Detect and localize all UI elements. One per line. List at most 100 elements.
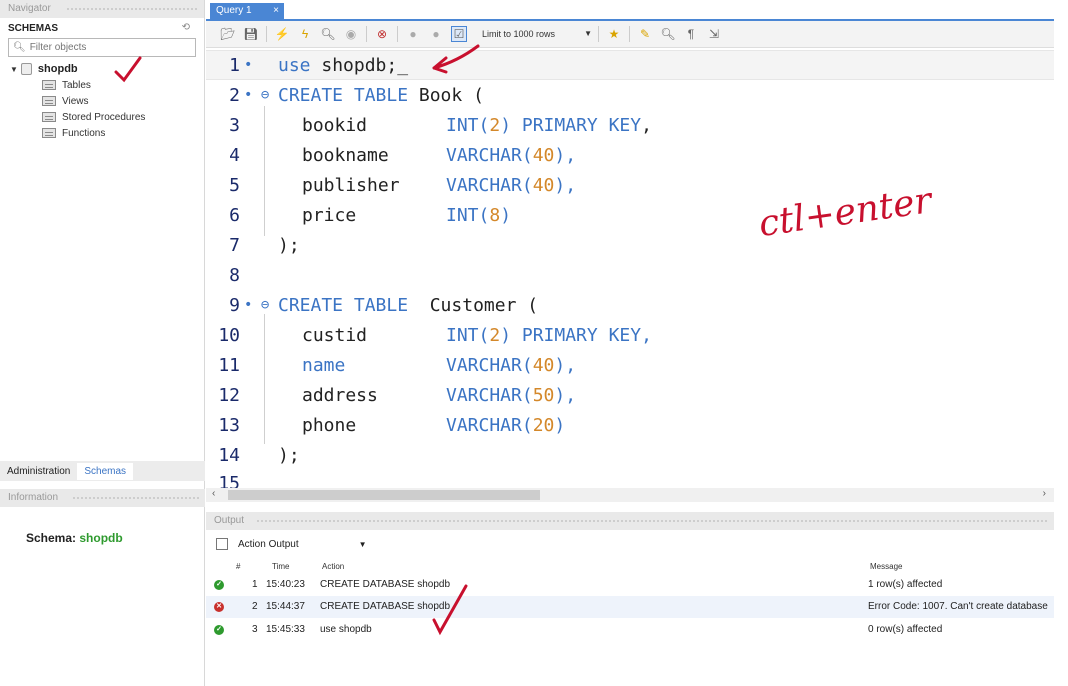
- row-num: 1: [252, 579, 258, 590]
- column-name: name: [302, 354, 346, 376]
- scroll-right-icon[interactable]: ›: [1043, 488, 1046, 499]
- right-edge: [1054, 0, 1068, 686]
- code-line[interactable]: 3 bookid INT(2) PRIMARY KEY,: [206, 110, 1054, 140]
- code-line[interactable]: 12 address VARCHAR(50),: [206, 380, 1054, 410]
- output-row[interactable]: ✓ 1 15:40:23 CREATE DATABASE shopdb 1 ro…: [206, 574, 1054, 596]
- sql-number: 8: [489, 204, 501, 226]
- refresh-icon[interactable]: ⟲: [182, 22, 190, 33]
- code-line[interactable]: 10 custid INT(2) PRIMARY KEY,: [206, 320, 1054, 350]
- rollback-icon[interactable]: ●: [428, 26, 444, 42]
- sql-type: VARCHAR(: [446, 144, 533, 166]
- database-icon: [20, 63, 32, 75]
- commit-icon[interactable]: ●: [405, 26, 421, 42]
- code-line[interactable]: 4 bookname VARCHAR(40),: [206, 140, 1054, 170]
- code-line[interactable]: 14);: [206, 440, 1054, 470]
- sql-number: 2: [489, 324, 501, 346]
- close-icon[interactable]: ×: [273, 5, 279, 16]
- wrap-lines-icon[interactable]: ⇲: [706, 26, 722, 42]
- invisible-chars-icon[interactable]: ¶: [683, 26, 699, 42]
- code-line[interactable]: 11 name VARCHAR(40),: [206, 350, 1054, 380]
- sql-type: VARCHAR(: [446, 384, 533, 406]
- tree-item-label: Views: [62, 95, 89, 107]
- tab-query-1[interactable]: Query 1 ×: [210, 3, 284, 20]
- view-folder-icon: [42, 96, 56, 106]
- schema-info: Schema: shopdb: [26, 531, 123, 545]
- sql-type: ),: [554, 354, 577, 376]
- add-snippet-icon[interactable]: ★: [606, 26, 622, 42]
- sql-editor[interactable]: 1 • use shopdb;_ 2 • ⊖ CREATE TABLE Book ( 3…: [206, 48, 1054, 488]
- tab-administration[interactable]: Administration: [0, 463, 77, 480]
- stop-icon[interactable]: ◉: [343, 26, 359, 42]
- sql-type: ): [554, 414, 566, 436]
- code-line[interactable]: 13 phone VARCHAR(20): [206, 410, 1054, 440]
- expand-arrow-icon[interactable]: ▼: [10, 65, 18, 74]
- line-number: 10: [218, 324, 240, 346]
- sql-type: INT(: [446, 204, 490, 226]
- search-icon: 🔍︎: [13, 42, 26, 53]
- output-selector[interactable]: Action Output ▼: [206, 533, 1054, 555]
- tree-item-tables[interactable]: Tables: [0, 77, 204, 93]
- toggle-errors-icon[interactable]: ⊗: [374, 26, 390, 42]
- sql-number: 50: [532, 384, 555, 406]
- execute-current-icon[interactable]: ϟ: [297, 26, 313, 42]
- tree-item-label: Tables: [62, 79, 91, 91]
- filter-input[interactable]: [29, 42, 180, 53]
- code-line[interactable]: 2 • ⊖ CREATE TABLE Book (: [206, 80, 1054, 110]
- open-file-icon[interactable]: 📂︎: [220, 26, 236, 42]
- editor-horizontal-scrollbar[interactable]: ‹ ›: [206, 488, 1054, 502]
- line-number: 14: [218, 444, 240, 466]
- tree-item-shopdb[interactable]: ▼ shopdb: [0, 61, 204, 77]
- output-row[interactable]: ✓ 3 15:45:33 use shopdb 0 row(s) affecte…: [206, 619, 1054, 641]
- line-number: 9: [229, 294, 240, 316]
- column-name: phone: [302, 414, 357, 436]
- scroll-thumb[interactable]: [228, 490, 540, 500]
- schemas-header: SCHEMAS ⟲: [0, 18, 204, 38]
- autocommit-icon[interactable]: ☑: [451, 26, 467, 42]
- navigator-tabs: Administration Schemas: [0, 461, 205, 481]
- chevron-down-icon[interactable]: ▼: [359, 540, 367, 549]
- row-message: 0 row(s) affected: [868, 624, 943, 635]
- tab-schemas[interactable]: Schemas: [77, 462, 134, 480]
- fold-marker-icon[interactable]: • ⊖: [240, 87, 278, 103]
- copy-icon[interactable]: [216, 538, 228, 550]
- sql-number: 20: [532, 414, 555, 436]
- execute-icon[interactable]: ⚡: [274, 26, 290, 42]
- col-time: Time: [272, 562, 290, 571]
- line-number: 2: [229, 84, 240, 106]
- sql-type: ),: [554, 144, 577, 166]
- sql-type: ),: [554, 384, 577, 406]
- output-table-header: # Time Action Message: [206, 560, 1054, 574]
- code-line[interactable]: 9 • ⊖ CREATE TABLE Customer (: [206, 290, 1054, 320]
- column-name: address: [302, 384, 378, 406]
- code-line[interactable]: 7);: [206, 230, 1054, 260]
- output-row[interactable]: ✕ 2 15:44:37 CREATE DATABASE shopdb Erro…: [206, 596, 1054, 618]
- explain-icon[interactable]: 🔍︎: [320, 26, 336, 42]
- save-icon[interactable]: 💾︎: [243, 26, 259, 42]
- success-icon: ✓: [214, 580, 224, 590]
- sql-toolbar: 📂︎ 💾︎ ⚡ ϟ 🔍︎ ◉ ⊗ ● ● ☑ Limit to 1000 row…: [206, 21, 1054, 48]
- find-icon[interactable]: 🔍︎: [660, 26, 676, 42]
- sql-type: ): [500, 204, 512, 226]
- beautify-icon[interactable]: ✎: [637, 26, 653, 42]
- schema-info-label: Schema:: [26, 531, 77, 545]
- scroll-left-icon[interactable]: ‹: [212, 488, 215, 499]
- sql-keyword: CREATE TABLE: [278, 294, 409, 316]
- code-line[interactable]: 15: [206, 468, 1054, 489]
- sql-number: 2: [489, 114, 501, 136]
- fold-marker-icon[interactable]: • ⊖: [240, 297, 278, 313]
- limit-rows-select[interactable]: Limit to 1000 rows ▼: [482, 29, 592, 39]
- code-line[interactable]: 8: [206, 260, 1054, 290]
- navigator-panel: Navigator SCHEMAS ⟲ 🔍︎ ▼ shopdb Tables V…: [0, 0, 205, 686]
- tree-item-procedures[interactable]: Stored Procedures: [0, 109, 204, 125]
- tree-item-views[interactable]: Views: [0, 93, 204, 109]
- tree-item-functions[interactable]: Functions: [0, 125, 204, 141]
- sql-keyword: PRIMARY KEY: [511, 114, 642, 136]
- col-num: #: [236, 562, 241, 571]
- sql-type: ): [500, 114, 512, 136]
- code-line[interactable]: 1 • use shopdb;_: [206, 50, 1054, 80]
- sql-type: VARCHAR(: [446, 414, 533, 436]
- sql-number: 40: [532, 174, 555, 196]
- filter-box[interactable]: 🔍︎: [8, 38, 196, 57]
- row-action: CREATE DATABASE shopdb: [320, 579, 451, 590]
- row-time: 15:40:23: [266, 579, 305, 590]
